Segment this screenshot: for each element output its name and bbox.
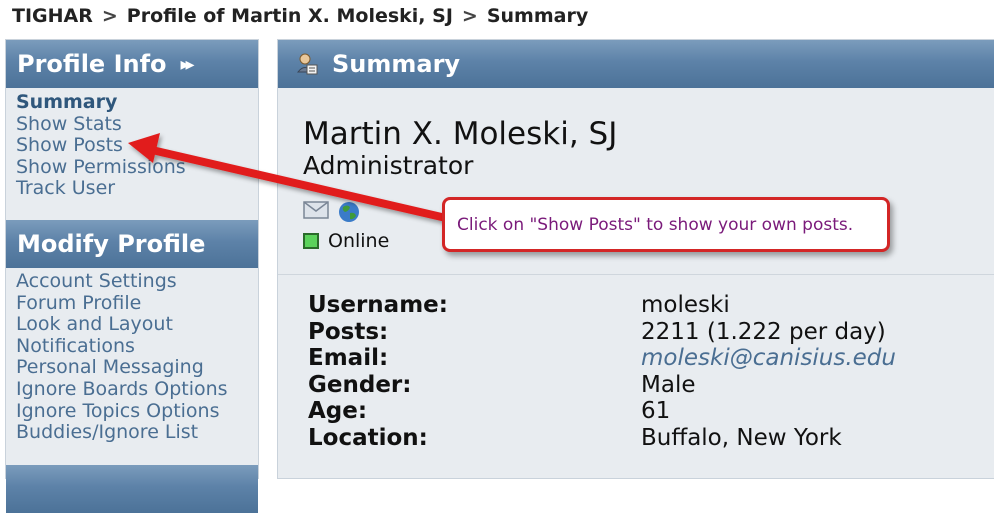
detail-row-email: Email: moleski@canisius.edu <box>308 345 896 372</box>
summary-header: Summary <box>278 40 994 88</box>
user-profile-icon <box>296 52 318 76</box>
profile-info-title: Profile Info <box>17 50 167 78</box>
sidebar-item-show-stats[interactable]: Show Stats <box>16 113 186 136</box>
modify-profile-list: Account Settings Forum Profile Look and … <box>16 270 228 444</box>
sidebar-item-notifications[interactable]: Notifications <box>16 335 228 358</box>
double-chevron-right-icon[interactable]: ▸▸ <box>181 54 195 75</box>
profile-sidebar: Profile Info ▸▸ Summary Show Stats Show … <box>5 39 259 513</box>
callout-text: Click on "Show Posts" to show your own p… <box>457 214 854 235</box>
age-label: Age: <box>308 398 368 424</box>
divider <box>278 274 994 275</box>
age-value: 61 <box>641 398 671 424</box>
sidebar-item-track-user[interactable]: Track User <box>16 178 186 200</box>
sidebar-item-show-posts[interactable]: Show Posts <box>16 135 186 157</box>
member-role: Administrator <box>303 151 474 180</box>
detail-row-gender: Gender: Male <box>308 372 896 399</box>
location-label: Location: <box>308 424 428 451</box>
modify-profile-title: Modify Profile <box>17 230 206 258</box>
summary-panel: Summary Martin X. Moleski, SJ Administra… <box>277 39 994 479</box>
breadcrumb: TIGHAR > Profile of Martin X. Moleski, S… <box>0 0 994 32</box>
profile-details: Username: moleski Posts: 2211 (1.222 per… <box>308 292 896 451</box>
profile-info-list: Summary Show Stats Show Posts Show Permi… <box>16 91 186 200</box>
username-label: Username: <box>308 292 448 318</box>
callout-tooltip: Click on "Show Posts" to show your own p… <box>442 197 890 252</box>
email-link[interactable]: moleski@canisius.edu <box>641 345 896 372</box>
breadcrumb-separator: > <box>101 5 118 27</box>
posts-label: Posts: <box>308 318 389 345</box>
sidebar-item-ignore-boards[interactable]: Ignore Boards Options <box>16 378 228 401</box>
sidebar-item-summary[interactable]: Summary <box>16 91 186 114</box>
email-label: Email: <box>308 345 389 371</box>
online-status-label: Online <box>328 230 390 252</box>
email-icon[interactable] <box>303 200 329 228</box>
breadcrumb-profile[interactable]: Profile of Martin X. Moleski, SJ <box>127 5 453 27</box>
member-name: Martin X. Moleski, SJ <box>303 116 618 152</box>
gender-label: Gender: <box>308 371 412 398</box>
contact-icons <box>303 200 361 228</box>
detail-row-location: Location: Buffalo, New York <box>308 425 896 452</box>
modify-profile-header[interactable]: Modify Profile <box>6 220 258 268</box>
detail-row-posts: Posts: 2211 (1.222 per day) <box>308 319 896 346</box>
detail-row-age: Age: 61 <box>308 398 896 425</box>
profile-info-header[interactable]: Profile Info ▸▸ <box>6 40 258 88</box>
sidebar-item-look-and-layout[interactable]: Look and Layout <box>16 314 228 336</box>
online-status: Online <box>303 230 389 252</box>
sidebar-item-account-settings[interactable]: Account Settings <box>16 270 228 293</box>
location-value: Buffalo, New York <box>641 424 842 451</box>
online-status-icon <box>303 233 319 249</box>
summary-title: Summary <box>332 50 461 78</box>
posts-value: 2211 (1.222 per day) <box>641 318 886 345</box>
gender-value: Male <box>641 371 696 398</box>
breadcrumb-forum[interactable]: TIGHAR <box>12 5 93 27</box>
username-value: moleski <box>641 292 730 318</box>
breadcrumb-summary[interactable]: Summary <box>487 5 588 27</box>
globe-icon[interactable] <box>337 200 361 228</box>
sidebar-item-forum-profile[interactable]: Forum Profile <box>16 292 228 315</box>
detail-row-username: Username: moleski <box>308 292 896 319</box>
sidebar-item-ignore-topics[interactable]: Ignore Topics Options <box>16 400 228 423</box>
sidebar-item-buddies-ignore[interactable]: Buddies/Ignore List <box>16 422 228 444</box>
sidebar-item-show-permissions[interactable]: Show Permissions <box>16 156 186 179</box>
breadcrumb-separator: > <box>461 5 478 27</box>
sidebar-item-personal-messaging[interactable]: Personal Messaging <box>16 357 228 379</box>
sidebar-next-section-header[interactable] <box>6 465 258 513</box>
